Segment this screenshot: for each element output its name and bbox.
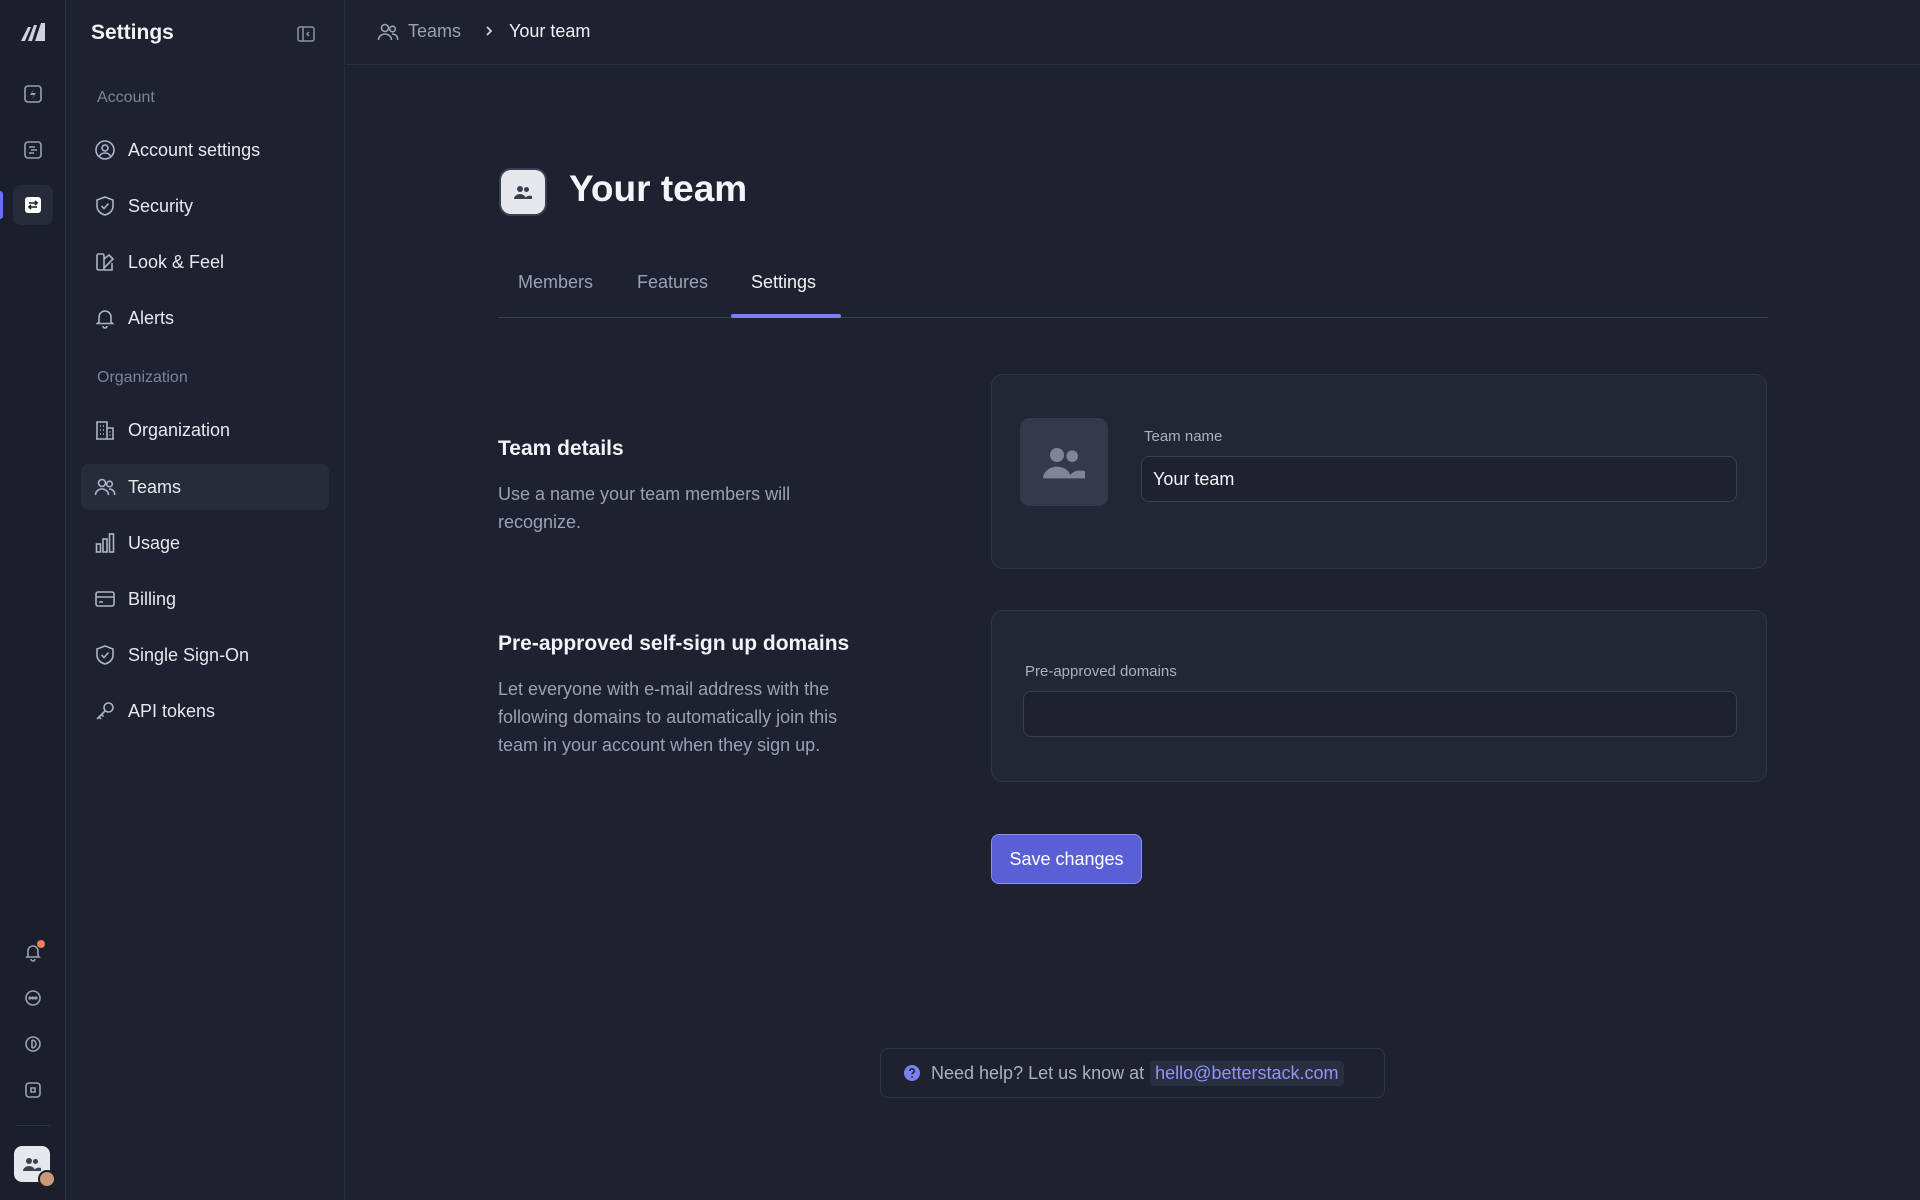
- chat-icon[interactable]: [13, 978, 53, 1018]
- breadcrumb-current: Your team: [509, 21, 591, 41]
- notifications-icon[interactable]: [13, 932, 53, 972]
- users-icon: [1043, 448, 1085, 479]
- team-details-card: Team name Your team: [991, 374, 1767, 569]
- breadcrumb-teams-link[interactable]: Teams: [408, 21, 461, 42]
- sidebar-item-look-and-feel[interactable]: Look & Feel: [81, 239, 329, 285]
- section-label-organization: Organization: [97, 369, 188, 386]
- rail-divider: [16, 1125, 50, 1126]
- page-title: Your team: [569, 168, 748, 209]
- sidebar-item-alerts[interactable]: Alerts: [81, 295, 329, 341]
- shield-check-icon: [94, 644, 116, 666]
- sidebar-item-label: Teams: [128, 476, 182, 497]
- bar-chart-icon: [94, 532, 116, 554]
- help-email-link[interactable]: hello@betterstack.com: [1150, 1060, 1344, 1086]
- sidebar-item-api-tokens[interactable]: API tokens: [81, 688, 329, 734]
- sidebar-item-organization[interactable]: Organization: [81, 407, 329, 453]
- icon-rail: [0, 0, 66, 1200]
- logs-icon[interactable]: [13, 130, 53, 170]
- user-avatar[interactable]: [38, 1170, 56, 1188]
- tab-settings[interactable]: Settings: [751, 268, 816, 318]
- lightning-icon[interactable]: [13, 74, 53, 114]
- section-label-account: Account: [97, 89, 155, 106]
- logo-icon[interactable]: [13, 12, 53, 52]
- domains-label: Pre-approved domains: [1025, 663, 1177, 680]
- sidebar-item-label: Account settings: [128, 139, 261, 160]
- active-tab-indicator: [731, 314, 841, 318]
- sidebar-item-label: Usage: [128, 532, 181, 553]
- sidebar-item-label: Security: [128, 195, 194, 216]
- sidebar-item-label: Billing: [128, 588, 177, 609]
- domains-heading: Pre-approved self-sign up domains: [498, 632, 850, 655]
- sidebar-item-label: Single Sign-On: [128, 644, 250, 665]
- users-icon: [377, 21, 399, 43]
- domains-input[interactable]: [1023, 691, 1737, 737]
- bell-icon: [94, 307, 116, 329]
- sidebar-item-label: Organization: [128, 419, 231, 440]
- sidebar-title: Settings: [91, 21, 174, 44]
- team-icon: [501, 170, 545, 214]
- sidebar-item-single-sign-on[interactable]: Single Sign-On: [81, 632, 329, 678]
- collapse-sidebar-icon[interactable]: [296, 24, 316, 44]
- settings-app-icon[interactable]: [13, 185, 53, 225]
- sidebar-item-account-settings[interactable]: Account settings: [81, 127, 329, 173]
- sidebar-item-teams[interactable]: Teams: [81, 464, 329, 510]
- team-name-input[interactable]: Your team: [1141, 456, 1737, 502]
- sidebar-item-label: Look & Feel: [128, 251, 225, 272]
- palette-icon: [94, 251, 116, 273]
- sidebar-item-label: Alerts: [128, 307, 175, 328]
- domains-description: Let everyone with e-mail address with th…: [498, 679, 838, 755]
- shield-check-icon: [94, 195, 116, 217]
- status-icon[interactable]: [13, 1024, 53, 1064]
- building-icon: [94, 419, 116, 441]
- key-icon: [94, 700, 116, 722]
- sidebar-item-usage[interactable]: Usage: [81, 520, 329, 566]
- sidebar-item-security[interactable]: Security: [81, 183, 329, 229]
- team-details-heading: Team details: [498, 437, 624, 460]
- help-text: Need help? Let us know at: [931, 1062, 1145, 1083]
- users-icon: [94, 476, 116, 498]
- command-icon[interactable]: [13, 1070, 53, 1110]
- save-changes-button[interactable]: Save changes: [991, 834, 1142, 884]
- rail-active-indicator: [0, 191, 3, 219]
- team-name-label: Team name: [1144, 428, 1223, 445]
- tab-bar: Members Features Settings: [498, 268, 1768, 318]
- tab-features[interactable]: Features: [637, 268, 708, 318]
- team-avatar-upload[interactable]: [1020, 418, 1108, 506]
- credit-card-icon: [94, 588, 116, 610]
- sidebar-item-billing[interactable]: Billing: [81, 576, 329, 622]
- chevron-right-icon: [481, 22, 497, 40]
- notification-dot: [37, 940, 45, 948]
- question-icon: [903, 1064, 921, 1082]
- settings-sidebar: Settings Account Account settings Securi…: [66, 0, 345, 1200]
- domains-card: Pre-approved domains: [991, 610, 1767, 782]
- tab-members[interactable]: Members: [518, 268, 593, 318]
- team-details-description: Use a name your team members will recogn…: [498, 484, 791, 532]
- user-circle-icon: [94, 139, 116, 161]
- help-banner: Need help? Let us know at hello@betterst…: [880, 1048, 1385, 1098]
- sidebar-item-label: API tokens: [128, 700, 216, 721]
- top-bar: Teams Your team: [346, 0, 1920, 65]
